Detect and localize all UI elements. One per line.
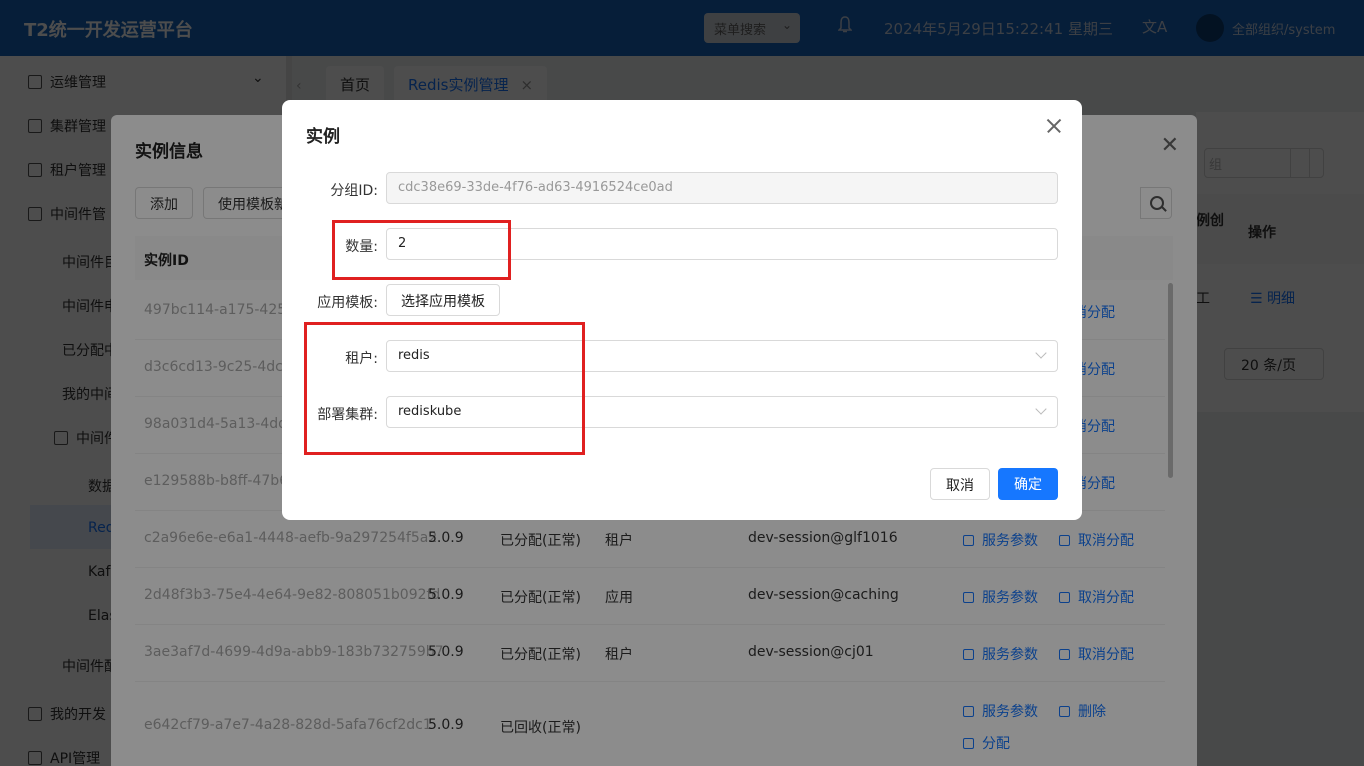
chevron-down-icon <box>1035 347 1047 359</box>
group-id-field: cdc38e69-33de-4f76-ad63-4916524ce0ad <box>386 172 1058 204</box>
select-template-button[interactable]: 选择应用模板 <box>386 284 500 316</box>
highlight-box-quantity <box>332 220 511 280</box>
modal-title: 实例 <box>306 127 340 147</box>
chevron-down-icon <box>1035 403 1047 415</box>
cancel-button[interactable]: 取消 <box>930 468 990 500</box>
ok-button[interactable]: 确定 <box>998 468 1058 500</box>
highlight-box-tenant-cluster <box>304 322 585 455</box>
instance-modal: 实例 分组ID: cdc38e69-33de-4f76-ad63-4916524… <box>282 100 1082 520</box>
app-template-label: 应用模板: <box>317 295 378 311</box>
close-icon[interactable] <box>1044 116 1064 136</box>
group-id-label: 分组ID: <box>330 183 378 199</box>
